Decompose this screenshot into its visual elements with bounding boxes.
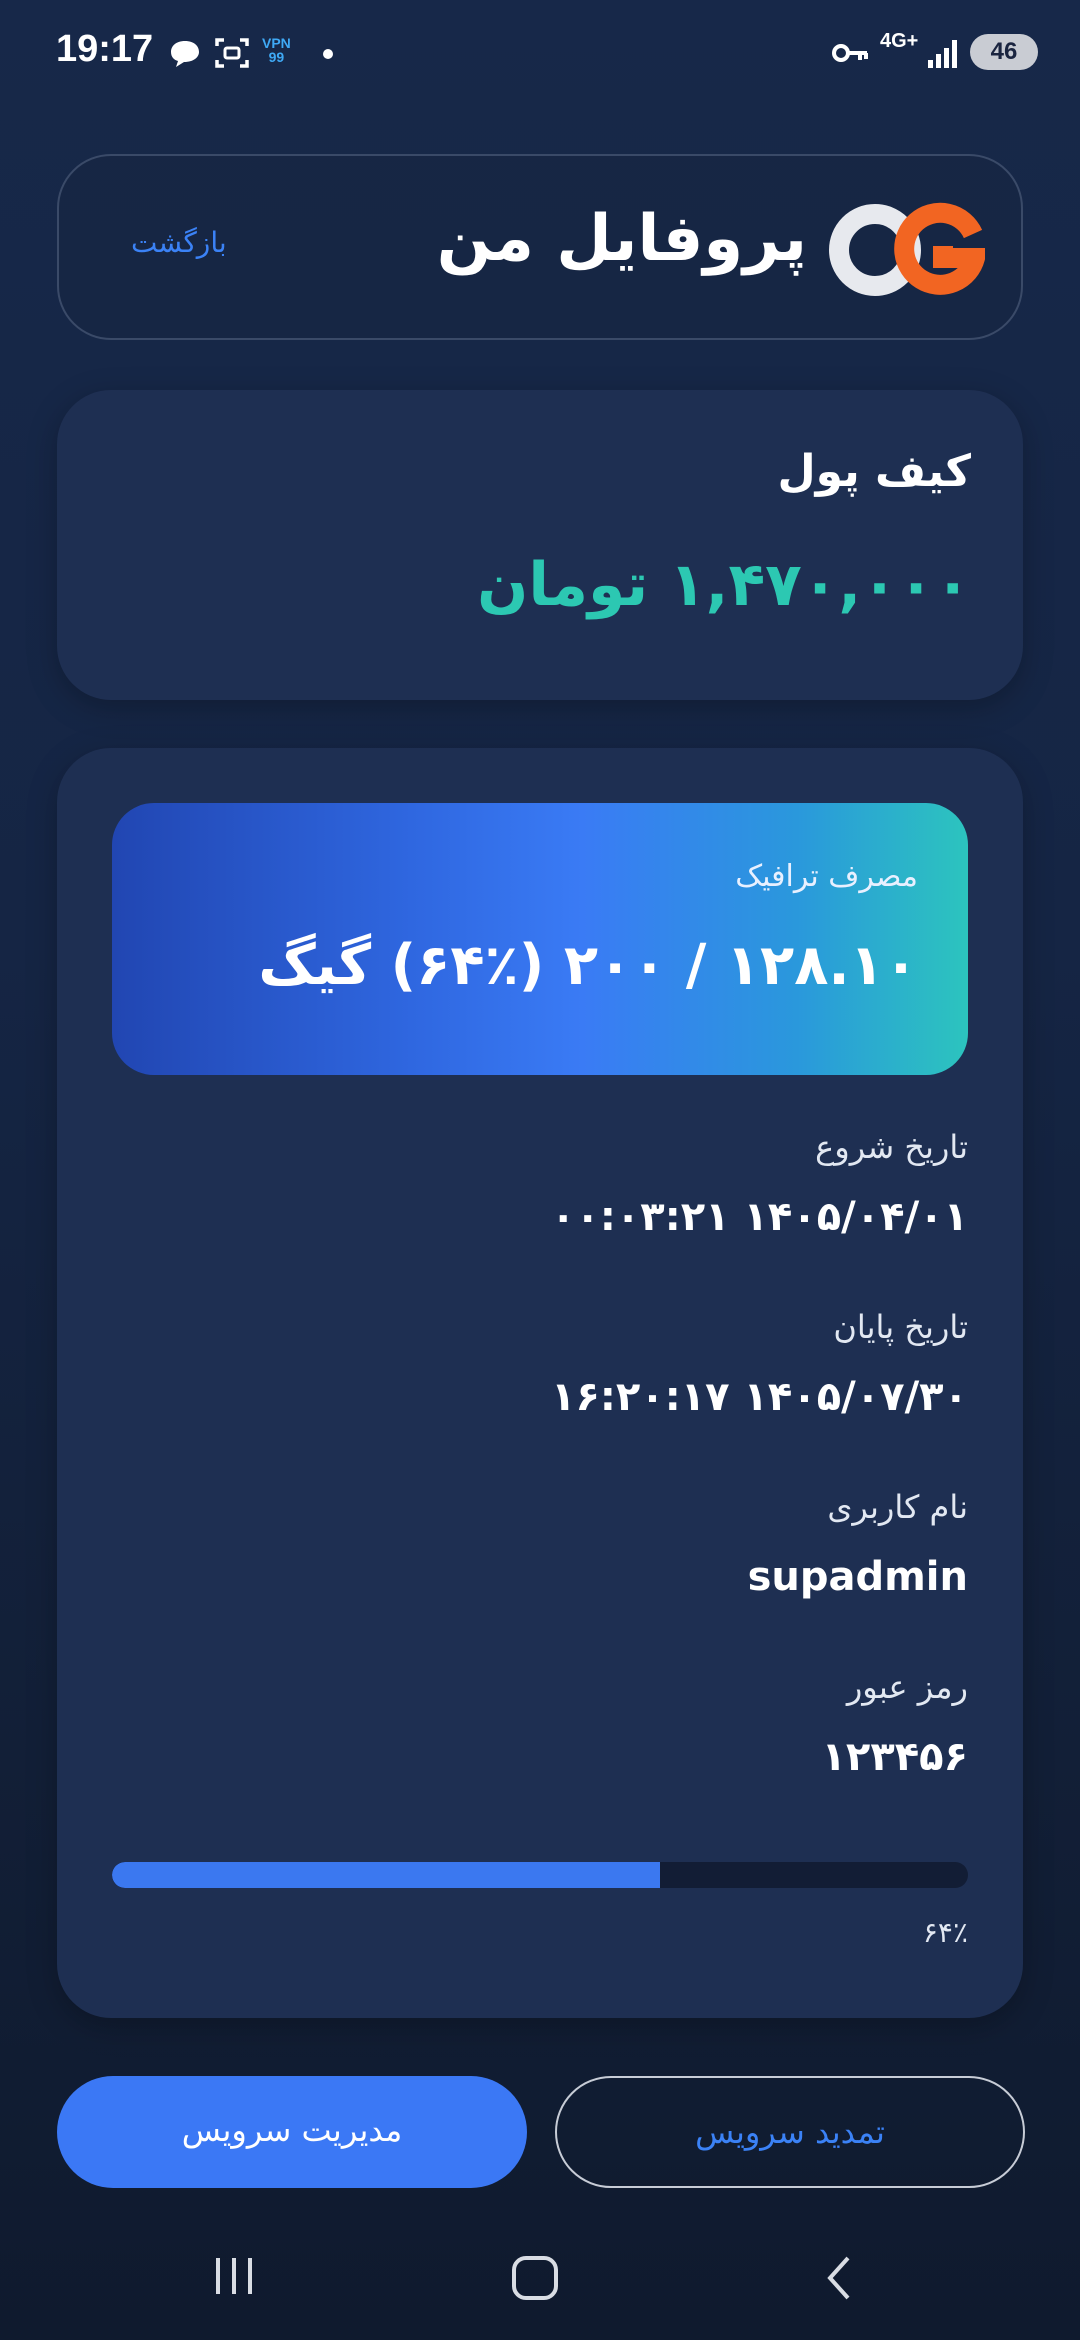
logo-icon [829, 202, 985, 296]
traffic-value: ۱۲۸.۱۰ / ۲۰۰ (۶۴٪) گیگ [258, 933, 918, 998]
start-date-value: ۱۴۰۵/۰۴/۰۱ ۰۰:۰۳:۲۱ [551, 1194, 968, 1240]
traffic-label: مصرف ترافیک [735, 859, 918, 894]
status-time: 19:17 [56, 28, 154, 70]
start-date-label: تاریخ شروع [815, 1128, 968, 1166]
status-bar: 19:17 VPN 99 4G+ 46 [0, 0, 1080, 100]
usage-progress-bar [112, 1862, 968, 1888]
signal-icon [928, 40, 957, 68]
network-type: 4G+ [880, 30, 919, 52]
end-date-value: ۱۴۰۵/۰۷/۳۰ ۱۶:۲۰:۱۷ [551, 1374, 968, 1420]
vpn-label: VPN [262, 35, 291, 51]
key-icon [832, 44, 868, 62]
username-label: نام کاربری [827, 1488, 968, 1526]
usage-progress-fill [112, 1862, 660, 1888]
system-nav-bar [0, 2210, 1080, 2340]
back-icon[interactable] [820, 2254, 860, 2302]
battery-icon: 46 [970, 34, 1038, 70]
password-label: رمز عبور [846, 1668, 968, 1706]
usage-progress-percent: ۶۴٪ [922, 1916, 968, 1949]
recent-apps-icon[interactable] [210, 2254, 258, 2298]
manage-service-button[interactable]: مدیریت سرویس [57, 2076, 527, 2188]
vpn-icon: VPN 99 [262, 36, 291, 64]
renew-service-button[interactable]: تمدید سرویس [555, 2076, 1025, 2188]
home-icon[interactable] [510, 2254, 562, 2302]
wallet-card: کیف پول ۱,۴۷۰,۰۰۰ تومان [57, 390, 1023, 700]
chat-icon [171, 41, 199, 67]
header-card: بازگشت پروفایل من [57, 154, 1023, 340]
end-date-label: تاریخ پایان [833, 1308, 968, 1346]
username-value: supadmin [747, 1554, 968, 1600]
vpn-number: 99 [268, 49, 285, 65]
password-value: ۱۲۳۴۵۶ [821, 1734, 968, 1780]
service-card: مصرف ترافیک ۱۲۸.۱۰ / ۲۰۰ (۶۴٪) گیگ تاریخ… [57, 748, 1023, 2018]
screenshot-icon [215, 38, 249, 68]
page-title: پروفایل من [436, 202, 807, 276]
dot-icon [323, 49, 333, 59]
wallet-title: کیف پول [777, 446, 971, 497]
wallet-balance: ۱,۴۷۰,۰۰۰ تومان [477, 550, 971, 620]
back-link[interactable]: بازگشت [131, 226, 227, 259]
traffic-usage-box: مصرف ترافیک ۱۲۸.۱۰ / ۲۰۰ (۶۴٪) گیگ [112, 803, 968, 1075]
